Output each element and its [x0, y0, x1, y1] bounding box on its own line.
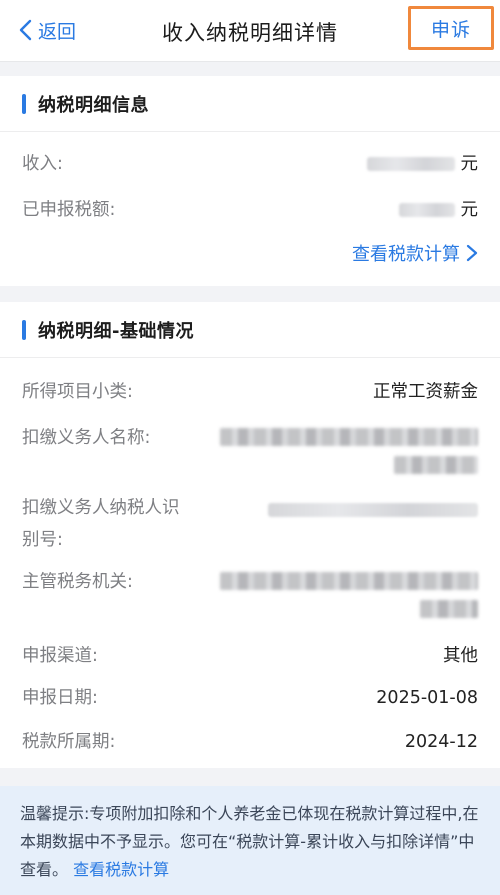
chevron-right-icon — [466, 244, 478, 262]
withholder-name-row: 扣缴义务人名称: — [22, 422, 478, 474]
period-label: 税款所属期: — [22, 732, 116, 752]
tax-detail-card: 纳税明细信息 收入: 元 已申报税额: 元 查看税款计算 — [0, 76, 500, 286]
withholder-id-value — [268, 492, 478, 526]
period-row: 税款所属期: 2024-12 — [22, 726, 478, 758]
income-label: 收入: — [22, 154, 63, 174]
redacted-value — [398, 203, 455, 217]
declared-tax-label: 已申报税额: — [22, 200, 116, 220]
redacted-value — [366, 157, 455, 171]
channel-label: 申报渠道: — [22, 646, 98, 666]
section-title: 纳税明细-基础情况 — [38, 320, 194, 342]
income-unit: 元 — [460, 154, 479, 174]
redacted-value — [394, 456, 478, 474]
date-label: 申报日期: — [22, 688, 98, 708]
section-title: 纳税明细信息 — [38, 94, 149, 116]
date-row: 申报日期: 2025-01-08 — [22, 682, 478, 714]
tax-authority-label: 主管税务机关: — [22, 572, 133, 592]
date-value: 2025-01-08 — [376, 688, 478, 708]
tax-authority-row: 主管税务机关: — [22, 566, 478, 618]
redacted-value — [268, 503, 478, 517]
channel-row: 申报渠道: 其他 — [22, 640, 478, 672]
appeal-button[interactable]: 申诉 — [408, 6, 494, 50]
tip-view-calculation-link[interactable]: 查看税款计算 — [73, 860, 169, 879]
income-item-row: 所得项目小类: 正常工资薪金 — [22, 376, 478, 408]
calc-link-label: 查看税款计算 — [352, 244, 460, 265]
period-value: 2024-12 — [404, 732, 478, 752]
channel-value: 其他 — [443, 646, 478, 666]
view-tax-calculation-link[interactable]: 查看税款计算 — [352, 240, 478, 266]
section-header: 纳税明细信息 — [0, 76, 500, 132]
section-accent-bar — [22, 319, 26, 340]
tax-authority-value — [218, 566, 478, 618]
tip-banner: 温馨提示:专项附加扣除和个人养老金已体现在税款计算过程中,在本期数据中不予显示。… — [0, 786, 500, 895]
redacted-value — [220, 428, 478, 446]
redacted-value — [420, 600, 478, 618]
withholder-name-label: 扣缴义务人名称: — [22, 428, 151, 448]
withholder-id-label: 扣缴义务人纳税人识别号: — [22, 498, 180, 550]
income-row: 收入: 元 — [22, 148, 478, 180]
withholder-id-row: 扣缴义务人纳税人识别号: — [22, 492, 478, 556]
redacted-value — [220, 572, 478, 590]
withholder-name-value — [218, 422, 478, 474]
income-item-label: 所得项目小类: — [22, 382, 133, 402]
income-value: 元 — [366, 148, 479, 180]
nav-bar: 返回 收入纳税明细详情 申诉 — [0, 0, 500, 62]
income-item-value: 正常工资薪金 — [373, 382, 478, 402]
declared-tax-value: 元 — [398, 194, 479, 226]
basic-info-card: 纳税明细-基础情况 所得项目小类: 正常工资薪金 扣缴义务人名称: 扣缴义务人纳… — [0, 302, 500, 768]
section-header: 纳税明细-基础情况 — [0, 302, 500, 358]
declared-tax-unit: 元 — [460, 200, 479, 220]
section-accent-bar — [22, 93, 26, 114]
declared-tax-row: 已申报税额: 元 — [22, 194, 478, 226]
